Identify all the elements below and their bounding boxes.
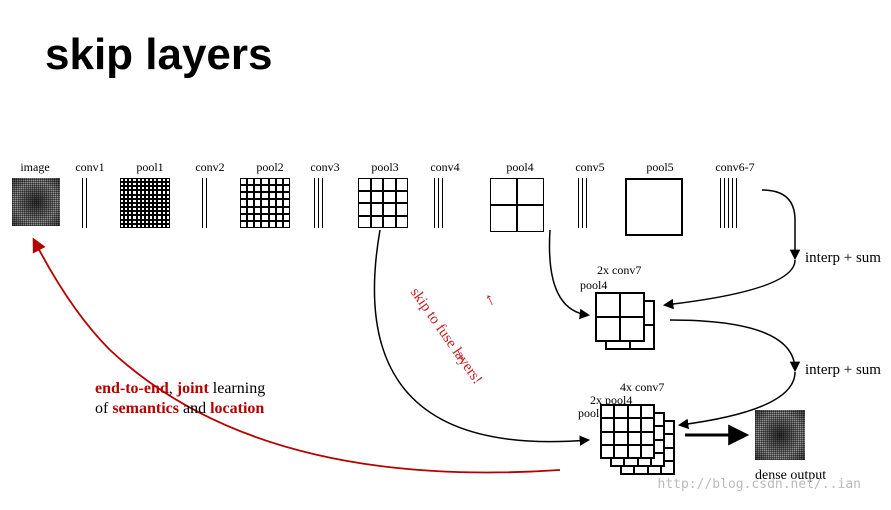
- caption-line1: end-to-end, joint learning: [95, 380, 265, 398]
- interp-sum-2: interp + sum: [805, 362, 881, 379]
- label-conv5: conv5: [575, 160, 604, 175]
- fuse1-front: [595, 292, 645, 342]
- skip-fuse-text: skip to fuse layers!: [406, 285, 485, 388]
- conv2-bars: [202, 178, 207, 228]
- interp-sum-1: interp + sum: [805, 250, 881, 267]
- caption-learning: learning: [209, 380, 265, 397]
- label-conv2: conv2: [195, 160, 224, 175]
- conv67-bars: [720, 178, 737, 228]
- label-conv3: conv3: [310, 160, 339, 175]
- pool2-grid: [240, 178, 290, 228]
- label-pool2: pool2: [256, 160, 283, 175]
- dense-output-icon: [755, 410, 805, 460]
- label-conv4: conv4: [430, 160, 459, 175]
- conv1-bars: [82, 178, 87, 228]
- fuse-arrow-up-icon: ↑: [482, 289, 498, 309]
- caption-location: location: [210, 400, 264, 417]
- caption-joint: joint: [177, 380, 209, 397]
- label-image: image: [20, 160, 49, 175]
- label-conv1: conv1: [75, 160, 104, 175]
- conv5-bars: [578, 178, 587, 228]
- label-pool5: pool5: [646, 160, 673, 175]
- label-pool3: pool3: [371, 160, 398, 175]
- label-pool4: pool4: [506, 160, 533, 175]
- fuse1-top-label: 2x conv7: [597, 263, 641, 278]
- caption-and: and: [179, 400, 210, 417]
- label-pool1: pool1: [136, 160, 163, 175]
- caption-comma: ,: [169, 380, 177, 397]
- caption-semantics: semantics: [112, 400, 179, 417]
- slide-title: skip layers: [45, 30, 273, 80]
- input-image-icon: [12, 178, 60, 226]
- pool3-grid: [358, 178, 408, 228]
- caption-line2: of semantics and location: [95, 400, 264, 418]
- fuse2-front: [600, 404, 655, 459]
- label-conv67: conv6-7: [715, 160, 754, 175]
- conv3-bars: [314, 178, 323, 228]
- watermark: http://blog.csdn.net/..ian: [658, 477, 862, 492]
- caption-e2e: end-to-end: [95, 380, 169, 397]
- pool4-grid: [490, 178, 544, 232]
- conv4-bars: [434, 178, 443, 228]
- pool1-grid: [120, 178, 170, 228]
- pool5-box: [625, 178, 683, 236]
- caption-of: of: [95, 400, 112, 417]
- fuse1-bottom-label: pool4: [580, 278, 607, 293]
